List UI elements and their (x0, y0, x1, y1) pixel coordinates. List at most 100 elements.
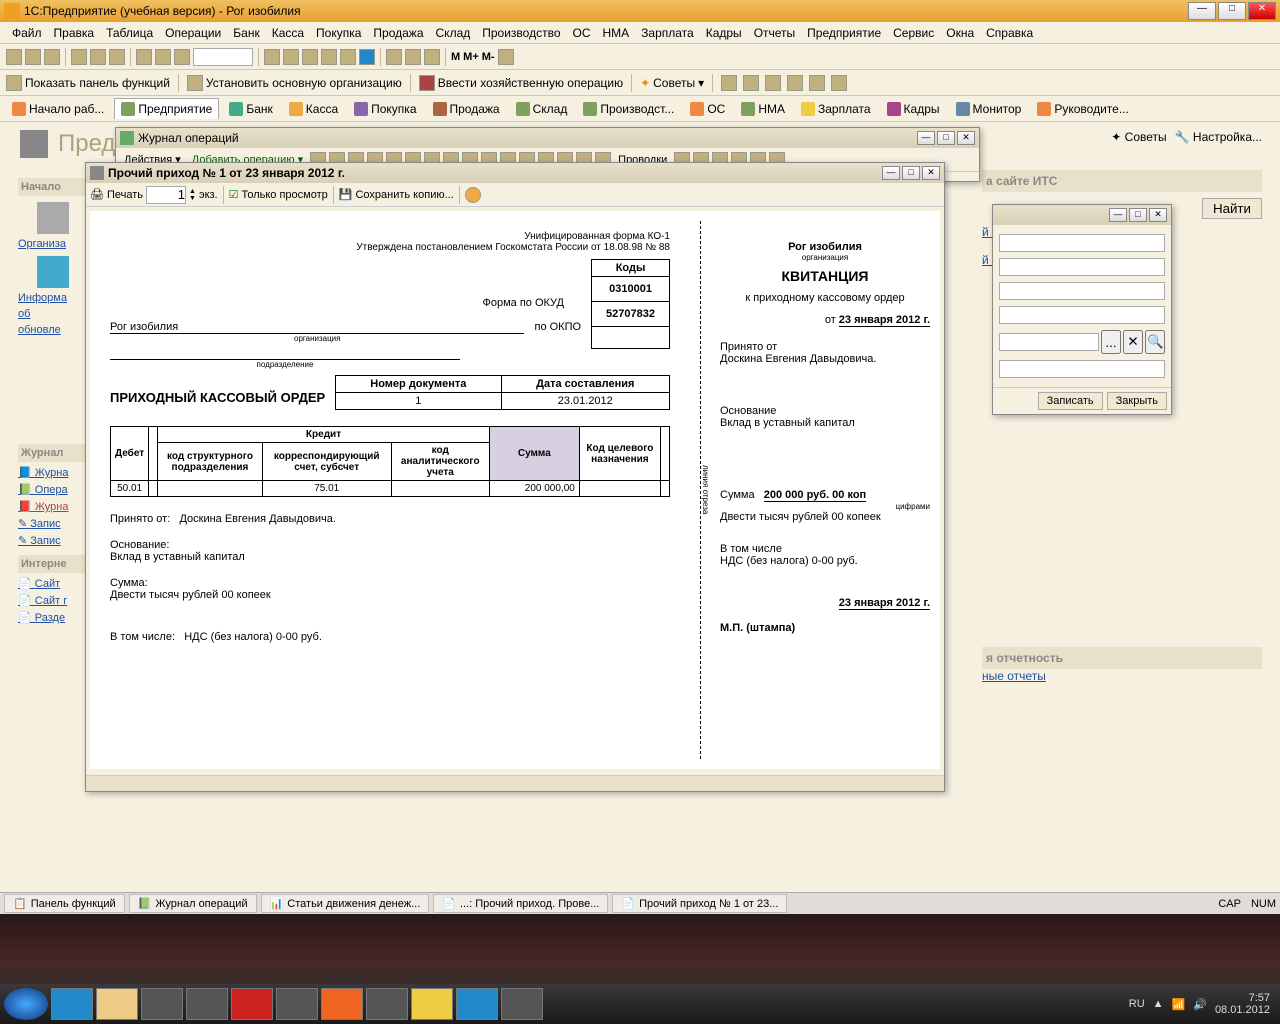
taskbar-word-icon[interactable] (456, 988, 498, 1020)
tb-icon[interactable] (809, 75, 825, 91)
menu-nma[interactable]: НМА (597, 24, 636, 42)
search-input[interactable] (193, 48, 253, 66)
new-icon[interactable] (6, 49, 22, 65)
link-site2[interactable]: 📄 Сайт г (18, 594, 88, 607)
link-journal5[interactable]: ✎ Запис (18, 534, 88, 547)
twin-panel[interactable]: 📋Панель функций (4, 894, 125, 913)
menu-edit[interactable]: Правка (48, 24, 101, 42)
dlg-clear-button[interactable]: ✕ (1123, 330, 1143, 354)
twin-receipt-doc[interactable]: 📄...: Прочий приход. Прове... (433, 894, 608, 913)
tab-manager[interactable]: Руководите... (1031, 99, 1134, 119)
link-info2[interactable]: об (18, 308, 88, 320)
tb-icon[interactable] (302, 49, 318, 65)
m-plus[interactable]: М+ (463, 51, 479, 63)
m-clear[interactable]: М (451, 51, 460, 63)
journal-title[interactable]: Журнал операций — □ ✕ (116, 128, 979, 148)
link-site1[interactable]: 📄 Сайт (18, 577, 88, 590)
dlg-field-6[interactable] (999, 360, 1165, 378)
link-info1[interactable]: Информа (18, 292, 88, 304)
tb-icon[interactable] (721, 75, 737, 91)
save-icon[interactable] (44, 49, 60, 65)
tab-os[interactable]: ОС (684, 99, 731, 119)
find-icon[interactable] (174, 49, 190, 65)
dlg-field-2[interactable] (999, 258, 1165, 276)
copies-up[interactable]: ▲ (189, 188, 196, 195)
dlg-maximize[interactable]: □ (1129, 208, 1147, 222)
redo-icon[interactable] (155, 49, 171, 65)
scrollbar-horizontal[interactable] (86, 775, 944, 791)
twin-journal[interactable]: 📗Журнал операций (129, 894, 257, 913)
tab-nma[interactable]: НМА (735, 99, 791, 119)
taskbar-app-icon[interactable] (501, 988, 543, 1020)
dlg-field-5[interactable] (999, 333, 1099, 351)
dw-minimize[interactable]: — (882, 166, 900, 180)
twin-receipt-print[interactable]: 📄Прочий приход № 1 от 23... (612, 894, 787, 913)
tb-icon[interactable] (405, 49, 421, 65)
tab-cash[interactable]: Касса (283, 99, 344, 119)
tb-icon[interactable] (424, 49, 440, 65)
help-icon[interactable] (359, 49, 375, 65)
tips-button[interactable]: ✦Советы▾ (640, 76, 704, 90)
tab-prod[interactable]: Производст... (577, 99, 680, 119)
tray-flag-icon[interactable]: ▲ (1153, 998, 1164, 1010)
menu-windows[interactable]: Окна (940, 24, 980, 42)
open-icon[interactable] (25, 49, 41, 65)
tab-hr[interactable]: Кадры (881, 99, 946, 119)
tray-time[interactable]: 7:57 (1215, 992, 1270, 1004)
maximize-button[interactable]: □ (1218, 2, 1246, 20)
tray-volume-icon[interactable]: 🔊 (1193, 998, 1207, 1011)
link-info3[interactable]: обновле (18, 324, 88, 336)
menu-reports[interactable]: Отчеты (748, 24, 801, 42)
menu-salary[interactable]: Зарплата (635, 24, 700, 42)
link-journal4[interactable]: ✎ Запис (18, 517, 88, 530)
tab-stock[interactable]: Склад (510, 99, 574, 119)
tb-icon[interactable] (787, 75, 803, 91)
dlg-field-4[interactable] (999, 306, 1165, 324)
twin-articles[interactable]: 📊Статьи движения денеж... (261, 894, 430, 913)
tab-start[interactable]: Начало раб... (6, 99, 110, 119)
tray-date[interactable]: 08.01.2012 (1215, 1004, 1270, 1016)
taskbar-app-icon[interactable] (366, 988, 408, 1020)
help-icon[interactable] (465, 187, 481, 203)
print-button[interactable]: 🖨Печать (90, 188, 143, 201)
tb-icon[interactable] (765, 75, 781, 91)
tb-icon[interactable] (321, 49, 337, 65)
taskbar-app-icon[interactable] (276, 988, 318, 1020)
dlg-minimize[interactable]: — (1109, 208, 1127, 222)
tb-icon[interactable] (743, 75, 759, 91)
copy-icon[interactable] (90, 49, 106, 65)
menu-os[interactable]: ОС (567, 24, 597, 42)
tab-buy[interactable]: Покупка (348, 99, 422, 119)
menu-buy[interactable]: Покупка (310, 24, 367, 42)
tb-icon[interactable] (283, 49, 299, 65)
close-button[interactable]: Закрыть (1107, 392, 1167, 410)
dw-close[interactable]: ✕ (922, 166, 940, 180)
tab-sell[interactable]: Продажа (427, 99, 506, 119)
menu-table[interactable]: Таблица (100, 24, 159, 42)
dlg-close[interactable]: ✕ (1149, 208, 1167, 222)
close-button[interactable]: ✕ (1248, 2, 1276, 20)
minimize-button[interactable]: — (1188, 2, 1216, 20)
tips-link[interactable]: ✦ Советы (1111, 130, 1166, 144)
tray-network-icon[interactable]: 📶 (1172, 998, 1186, 1011)
tb-icon[interactable] (386, 49, 402, 65)
tb-icon[interactable] (264, 49, 280, 65)
show-panel-button[interactable]: Показать панель функций (6, 75, 170, 91)
dw-maximize[interactable]: □ (902, 166, 920, 180)
tab-salary[interactable]: Зарплата (795, 99, 877, 119)
menu-sell[interactable]: Продажа (367, 24, 429, 42)
tab-bank[interactable]: Банк (223, 99, 278, 119)
jw-close[interactable]: ✕ (957, 131, 975, 145)
copies-down[interactable]: ▼ (189, 195, 196, 202)
dlg-more-button[interactable]: ... (1101, 330, 1121, 354)
menu-help[interactable]: Справка (980, 24, 1039, 42)
tab-monitor[interactable]: Монитор (950, 99, 1028, 119)
menu-prod[interactable]: Производство (476, 24, 566, 42)
taskbar-1c-icon[interactable] (411, 988, 453, 1020)
link-reports[interactable]: ные отчеты (982, 669, 1046, 683)
paste-icon[interactable] (109, 49, 125, 65)
taskbar-app-icon[interactable] (141, 988, 183, 1020)
tb-icon[interactable] (340, 49, 356, 65)
settings-link[interactable]: 🔧 Настройка... (1175, 130, 1262, 144)
link-journal2[interactable]: 📗 Опера (18, 483, 88, 496)
